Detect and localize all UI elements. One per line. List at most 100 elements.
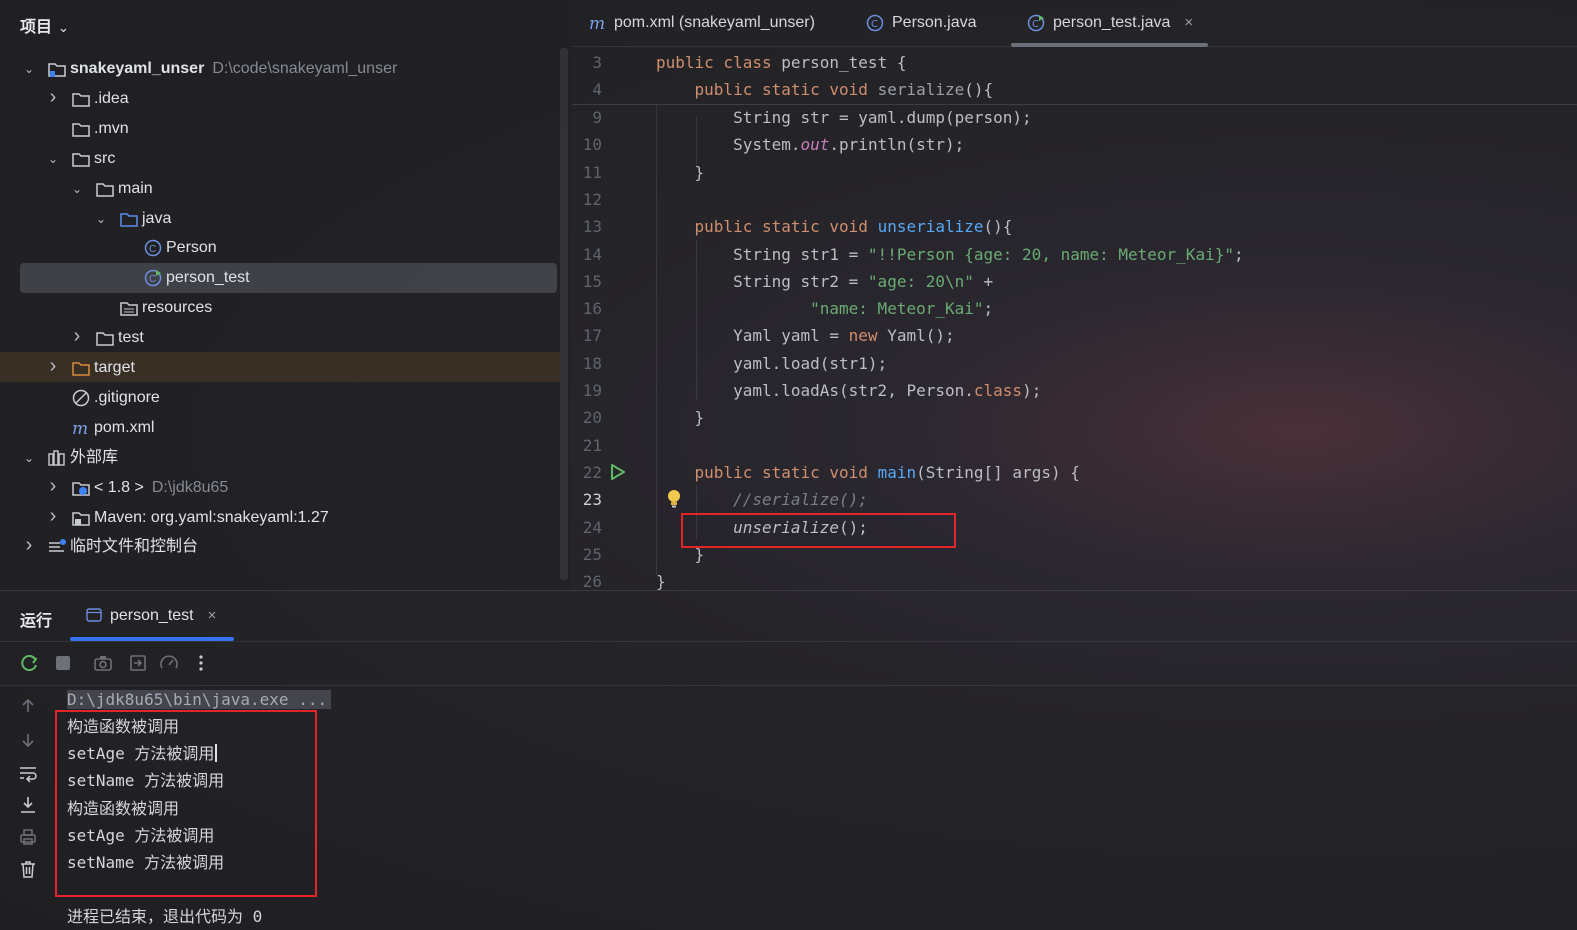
soft-wrap-icon[interactable]: [18, 763, 38, 783]
print-icon[interactable]: [18, 827, 38, 847]
code-token: (String[] args) {: [916, 462, 1080, 482]
profiler-icon[interactable]: [159, 653, 179, 673]
chevron-right-icon[interactable]: ›: [46, 471, 60, 501]
folder-icon: [72, 152, 90, 167]
tree-item-path: D:\jdk8u65: [151, 478, 229, 496]
tree-item-label: Maven: org.yaml:snakeyaml:1.27: [94, 503, 329, 533]
tab-person-java[interactable]: C Person.java: [866, 0, 977, 46]
tree-item-[interactable]: ⌄ 外部库: [0, 443, 556, 473]
tree-item-main[interactable]: ⌄ main: [0, 174, 556, 204]
tree-item-idea[interactable]: › .idea: [0, 84, 556, 114]
tree-item-1-8[interactable]: › < 1.8 > D:\jdk8u65: [0, 473, 556, 503]
code-line: 18 yaml.load(str1);: [572, 350, 1577, 377]
code-line: 9 String str = yaml.dump(person);: [572, 104, 1577, 131]
svg-text:C: C: [149, 274, 156, 285]
code-line: 10 System.out.println(str);: [572, 131, 1577, 158]
code-token: (){: [964, 80, 994, 99]
code-editor[interactable]: 3 public class person_test {4 public stat…: [572, 48, 1577, 590]
ignore-file-icon: [72, 389, 90, 407]
chevron-down-icon[interactable]: ⌄: [46, 144, 60, 174]
chevron-right-icon[interactable]: ›: [46, 351, 60, 381]
close-run-tab-icon[interactable]: ×: [208, 607, 217, 624]
tree-item-target[interactable]: › target: [0, 353, 556, 383]
code-token: main: [877, 462, 917, 482]
tab-person-test-java[interactable]: Cperson_test.java ×: [1027, 0, 1193, 46]
tree-item-text: test: [118, 329, 144, 347]
trash-icon[interactable]: [18, 859, 38, 879]
project-view-dropdown[interactable]: 项目 ⌄: [20, 13, 69, 37]
code-token: Yaml();: [887, 326, 955, 346]
tree-item-text: .gitignore: [94, 388, 160, 406]
tree-item-snakeyaml-unser[interactable]: ⌄ snakeyaml_unser D:\code\snakeyaml_unser: [0, 54, 556, 84]
code-line: 26}: [572, 568, 1577, 590]
chevron-right-icon[interactable]: ›: [46, 501, 60, 531]
tree-item-text: Person: [166, 239, 217, 257]
tree-item-test[interactable]: › test: [0, 323, 556, 353]
module-folder-icon: [48, 63, 66, 77]
code-token: public static void: [694, 80, 878, 99]
chevron-down-icon[interactable]: ⌄: [70, 174, 84, 204]
code-line: 3 public class person_test {: [572, 49, 1577, 76]
code-token: ;: [1233, 244, 1244, 264]
chevron-down-icon[interactable]: ⌄: [22, 443, 36, 473]
editor-tab-bar: m pom.xml (snakeyaml_unser) C Person.java …: [572, 0, 1577, 47]
project-title: 项目: [20, 19, 53, 36]
arrow-down-icon[interactable]: [18, 730, 38, 750]
scroll-to-end-icon[interactable]: [18, 795, 38, 815]
run-main-icon[interactable]: [610, 463, 626, 481]
exit-icon[interactable]: [128, 653, 148, 673]
more-options-icon[interactable]: [191, 653, 211, 673]
line-number: 17: [582, 326, 602, 346]
code-line: 11 }: [572, 159, 1577, 186]
tree-item-mvn[interactable]: .mvn: [0, 114, 556, 144]
line-number: 22: [582, 462, 602, 482]
tree-item-resources[interactable]: resources: [0, 293, 556, 323]
chevron-down-icon[interactable]: ⌄: [22, 54, 36, 84]
tab-pom-xml[interactable]: m pom.xml (snakeyaml_unser): [588, 0, 815, 46]
tree-item-src[interactable]: ⌄ src: [0, 144, 556, 174]
tree-item-person[interactable]: C Person: [0, 233, 556, 263]
code-line: 13 public static void unserialize(){: [572, 213, 1577, 240]
tree-item-label: < 1.8 > D:\jdk8u65: [94, 473, 228, 503]
line-number: 19: [582, 381, 602, 400]
chevron-right-icon[interactable]: ›: [46, 82, 60, 112]
run-tool-header: 运行 person_test ×: [0, 590, 1577, 642]
camera-icon[interactable]: [93, 653, 113, 673]
tree-item-person-test[interactable]: Cperson_test: [0, 263, 556, 293]
console-line: 进程已结束，退出代码为 0: [67, 907, 263, 926]
tree-item-java[interactable]: ⌄ java: [0, 204, 556, 234]
code-token: System.: [656, 135, 801, 155]
code-line: 19 yaml.loadAs(str2, Person.class);: [572, 377, 1577, 404]
chevron-right-icon[interactable]: ›: [22, 530, 36, 560]
tree-item-text: main: [118, 179, 153, 197]
run-tab-person-test[interactable]: person_test ×: [86, 607, 216, 625]
tree-item-text: person_test: [166, 269, 250, 287]
folder-icon: [72, 93, 90, 107]
project-scrollbar[interactable]: [560, 48, 568, 580]
code-text: String str1 = "!!Person {age: 20, name: …: [656, 241, 1244, 268]
lightbulb-icon[interactable]: [667, 489, 681, 509]
console-line: D:\jdk8u65\bin\java.exe ...: [67, 686, 332, 713]
tree-item-pom-xml[interactable]: m pom.xml: [0, 413, 556, 443]
arrow-up-icon[interactable]: [18, 696, 38, 716]
code-text: public class person_test {: [656, 49, 906, 76]
code-token: person_test {: [781, 53, 907, 72]
chevron-right-icon[interactable]: ›: [70, 321, 84, 351]
tree-item-text: src: [94, 149, 116, 167]
chevron-down-icon[interactable]: ⌄: [94, 204, 108, 234]
tree-item-[interactable]: › 临时文件和控制台: [0, 532, 556, 562]
close-tab-icon[interactable]: ×: [1184, 14, 1193, 31]
line-number: 18: [582, 353, 602, 373]
tree-item-gitignore[interactable]: .gitignore: [0, 383, 556, 413]
svg-text:m: m: [72, 419, 88, 437]
active-tab-indicator: [1011, 43, 1208, 47]
tree-item-maven-org-yaml-snakeyaml-1-27[interactable]: › Maven: org.yaml:snakeyaml:1.27: [0, 503, 556, 533]
code-line: 12: [572, 186, 1577, 213]
code-text: yaml.load(str1);: [656, 350, 887, 377]
stop-icon[interactable]: [53, 653, 73, 673]
rerun-icon[interactable]: [20, 653, 40, 673]
code-line: 16 "name: Meteor_Kai";: [572, 295, 1577, 322]
tab-label: person_test.java: [1053, 14, 1171, 31]
